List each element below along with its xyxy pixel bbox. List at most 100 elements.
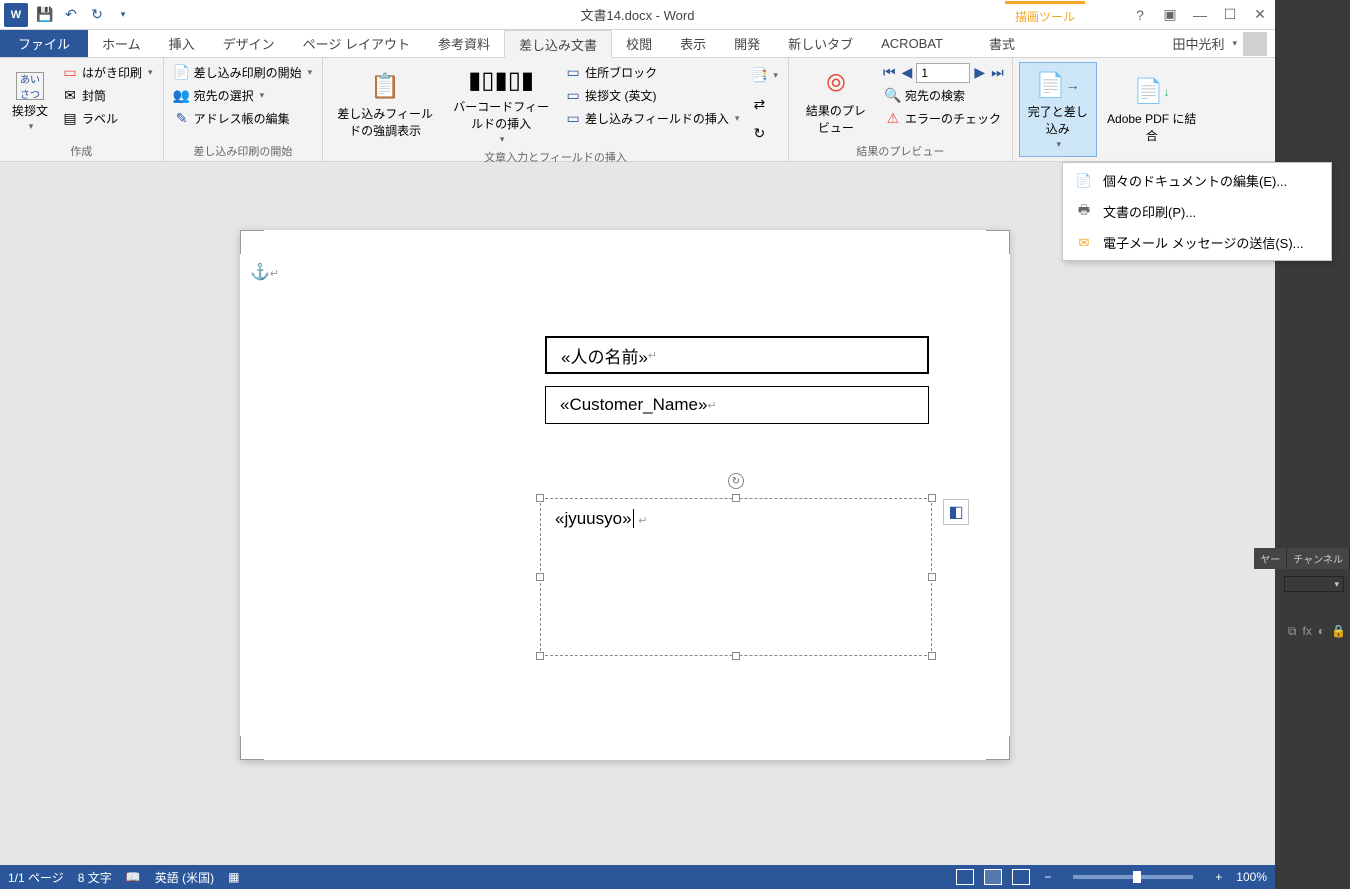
tab-insert[interactable]: 挿入 (155, 30, 209, 57)
greeting-button[interactable]: あいさつ 挨拶文 ▾ (6, 62, 54, 141)
print-layout-button[interactable] (984, 869, 1002, 885)
textbox-customer[interactable]: «Customer_Name»↵ (545, 386, 929, 424)
tab-review[interactable]: 校閲 (612, 30, 666, 57)
spellcheck-icon[interactable]: 📖 (126, 870, 141, 884)
fx-icon[interactable]: fx (1302, 624, 1311, 639)
help-icon[interactable]: ? (1125, 3, 1155, 27)
rules-icon: 📑 (751, 68, 767, 84)
avatar[interactable] (1243, 32, 1267, 56)
select-recipients-button[interactable]: 👥宛先の選択▾ (170, 85, 317, 106)
resize-handle[interactable] (536, 573, 544, 581)
resize-handle[interactable] (928, 652, 936, 660)
adobe-pdf-button[interactable]: 📄↓ Adobe PDF に結合 (1101, 62, 1203, 157)
resize-handle[interactable] (536, 652, 544, 660)
match-fields-button[interactable]: ⇄ (747, 95, 782, 115)
resize-handle[interactable] (536, 494, 544, 502)
insert-field-button[interactable]: ▭差し込みフィールドの挿入▾ (561, 108, 743, 129)
redo-icon[interactable]: ↻ (88, 6, 106, 24)
greeting-line-button[interactable]: ▭挨拶文 (英文) (561, 85, 743, 106)
qat-customize-icon[interactable]: ▾ (114, 6, 132, 24)
tab-references[interactable]: 参考資料 (424, 30, 504, 57)
resize-handle[interactable] (732, 652, 740, 660)
zoom-out-button[interactable]: − (1044, 870, 1051, 884)
resize-handle[interactable] (928, 573, 936, 581)
ribbon-display-icon[interactable]: ▣ (1155, 3, 1185, 27)
rules-button[interactable]: 📑▾ (747, 66, 782, 86)
next-record-button[interactable]: ▶ (972, 62, 987, 83)
zoom-slider[interactable] (1073, 875, 1193, 879)
side-dropdown[interactable]: ▾ (1284, 576, 1344, 592)
address-block-button[interactable]: ▭住所ブロック (561, 62, 743, 83)
contextual-tab-label: 描画ツール (1005, 1, 1085, 29)
tab-file[interactable]: ファイル (0, 30, 88, 57)
statusbar: 1/1 ページ 8 文字 📖 英語 (米国) ▦ − + 100% (0, 865, 1275, 889)
macro-icon[interactable]: ▦ (228, 870, 239, 884)
check-errors-button[interactable]: ⚠エラーのチェック (881, 108, 1006, 129)
edit-documents-item[interactable]: 📄 個々のドキュメントの編集(E)... (1065, 165, 1329, 196)
word-count[interactable]: 8 文字 (78, 869, 112, 886)
account-area[interactable]: 田中光利 ▾ (1164, 30, 1275, 57)
tab-developer[interactable]: 開発 (720, 30, 774, 57)
greeting-line-icon: ▭ (565, 88, 581, 104)
tab-page-layout[interactable]: ページ レイアウト (289, 30, 424, 57)
envelope-button[interactable]: ✉封筒 (58, 85, 157, 106)
word-app-icon[interactable]: W (4, 3, 28, 27)
side-tab-channel[interactable]: チャンネル (1287, 548, 1350, 569)
barcode-button[interactable]: ▮▯▮▯▮ バーコードフィールドの挿入▾ (445, 62, 557, 147)
prev-record-button[interactable]: ◀ (900, 62, 915, 83)
find-recipient-button[interactable]: 🔍宛先の検索 (881, 85, 1006, 106)
tab-design[interactable]: デザイン (209, 30, 289, 57)
rotate-handle[interactable]: ↻ (728, 473, 744, 489)
ribbon: あいさつ 挨拶文 ▾ ▭はがき印刷▾ ✉封筒 ▤ラベル 作成 📄差し込み印刷の開… (0, 58, 1275, 162)
print-icon: 🖶 (1075, 203, 1093, 221)
start-mailmerge-button[interactable]: 📄差し込み印刷の開始▾ (170, 62, 317, 83)
first-record-button[interactable]: ⏮ (881, 62, 898, 83)
side-panel-tabs: ヤー チャンネル (1254, 548, 1350, 569)
layout-options-button[interactable]: ◧ (943, 499, 969, 525)
undo-icon[interactable]: ↶ (62, 6, 80, 24)
last-record-button[interactable]: ⏭ (989, 62, 1006, 83)
tab-format[interactable]: 書式 (975, 30, 1029, 57)
mailmerge-icon: 📄 (174, 65, 190, 81)
record-number-input[interactable] (916, 63, 970, 83)
tab-acrobat[interactable]: ACROBAT (867, 30, 957, 57)
textbox-name[interactable]: «人の名前»↵ (545, 336, 929, 374)
edit-recipients-button[interactable]: ✎アドレス帳の編集 (170, 108, 317, 129)
label-button[interactable]: ▤ラベル (58, 108, 157, 129)
tab-view[interactable]: 表示 (666, 30, 720, 57)
barcode-icon: ▮▯▮▯▮ (485, 64, 517, 96)
side-tab-layer[interactable]: ヤー (1254, 548, 1287, 569)
mask-icon[interactable]: ◐ (1318, 624, 1325, 639)
send-email-item[interactable]: ✉ 電子メール メッセージの送信(S)... (1065, 227, 1329, 258)
textbox-address-selected[interactable]: ↻ «jyuusyo» ↵ ◧ (540, 498, 932, 656)
close-icon[interactable]: ✕ (1245, 3, 1275, 27)
greeting-label: 挨拶文 (12, 102, 48, 119)
read-mode-button[interactable] (956, 869, 974, 885)
zoom-in-button[interactable]: + (1215, 870, 1222, 884)
tab-home[interactable]: ホーム (88, 30, 155, 57)
preview-results-button[interactable]: ⦾ 結果のプレビュー (795, 62, 877, 141)
highlight-fields-button[interactable]: 📋 差し込みフィールドの強調表示 (329, 62, 441, 147)
resize-handle[interactable] (928, 494, 936, 502)
resize-handle[interactable] (732, 494, 740, 502)
finish-merge-button[interactable]: 📄→ 完了と差し込み▾ (1019, 62, 1097, 157)
minimize-icon[interactable]: — (1185, 3, 1215, 27)
web-layout-button[interactable] (1012, 869, 1030, 885)
lock-icon[interactable]: 🔒 (1331, 624, 1346, 639)
tab-new[interactable]: 新しいタブ (774, 30, 867, 57)
print-documents-item[interactable]: 🖶 文書の印刷(P)... (1065, 196, 1329, 227)
page-count[interactable]: 1/1 ページ (8, 869, 64, 886)
hagaki-button[interactable]: ▭はがき印刷▾ (58, 62, 157, 83)
update-labels-button[interactable]: ↻ (747, 124, 782, 144)
envelope-icon: ✉ (62, 88, 78, 104)
match-icon: ⇄ (751, 97, 767, 113)
language[interactable]: 英語 (米国) (155, 869, 214, 886)
tab-mailings[interactable]: 差し込み文書 (504, 30, 612, 58)
save-icon[interactable]: 💾 (36, 6, 54, 24)
window-title: 文書14.docx - Word (581, 5, 695, 24)
insert-field-icon: ▭ (565, 111, 581, 127)
zoom-level[interactable]: 100% (1236, 870, 1267, 884)
document-canvas[interactable]: ⚓↵ «人の名前»↵ «Customer_Name»↵ ↻ «jyuusyo» … (0, 162, 1275, 865)
link-icon[interactable]: ⧉ (1288, 624, 1297, 639)
maximize-icon[interactable]: ☐ (1215, 3, 1245, 27)
